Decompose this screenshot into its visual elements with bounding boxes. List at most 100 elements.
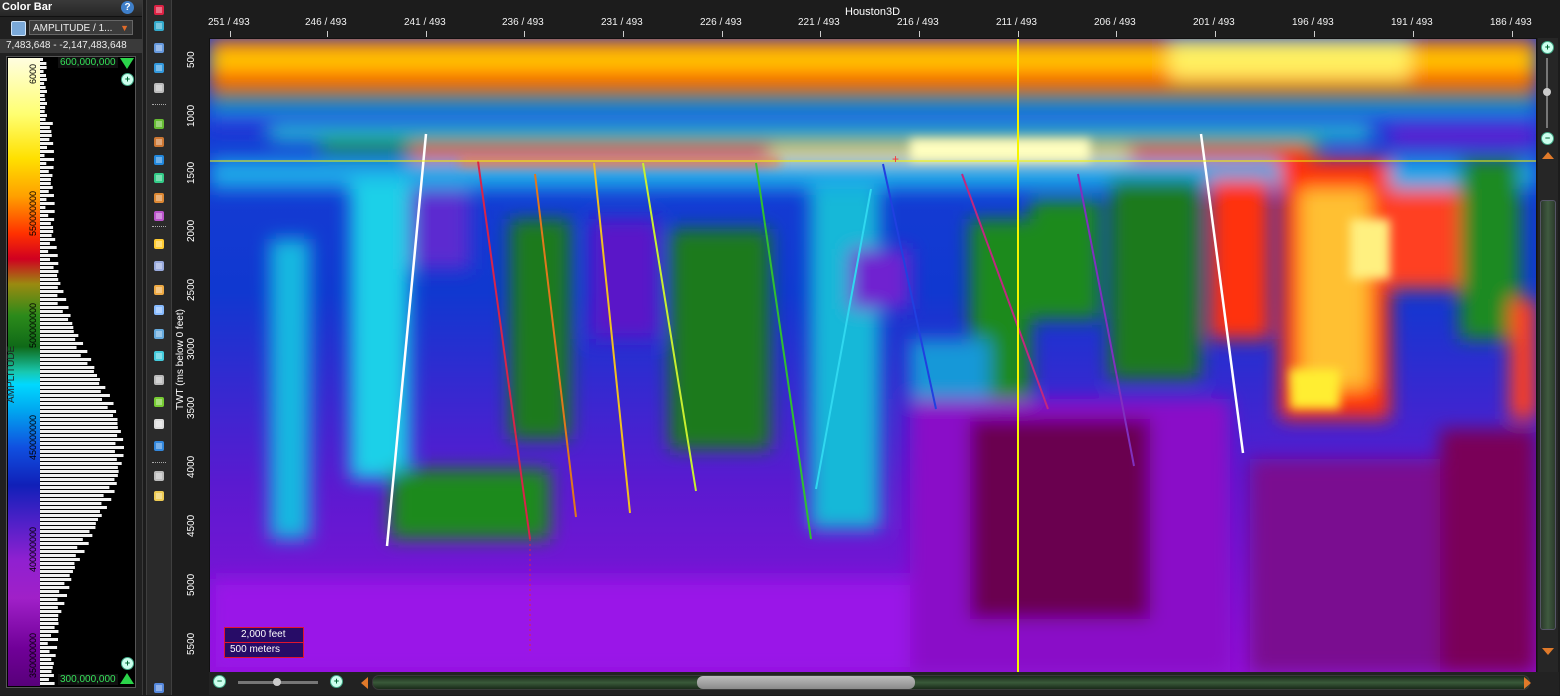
- horizontal-scrollbar[interactable]: [372, 675, 1530, 690]
- tool-glyph: [154, 193, 164, 203]
- ruler-icon[interactable]: [151, 190, 167, 206]
- histogram-bar: [40, 466, 118, 469]
- histogram-bar: [40, 202, 55, 205]
- window-icon[interactable]: [151, 680, 167, 696]
- zoom-in-icon[interactable]: +: [121, 73, 134, 86]
- camera-icon[interactable]: [151, 282, 167, 298]
- vertical-zoom-knob[interactable]: [1543, 88, 1551, 96]
- pick-icon[interactable]: [151, 152, 167, 168]
- histogram-bar: [40, 666, 53, 669]
- fault-icon[interactable]: [151, 170, 167, 186]
- tool-glyph: [154, 261, 164, 271]
- arrow-icon[interactable]: [151, 302, 167, 318]
- select-icon[interactable]: [151, 2, 167, 18]
- histogram-bar: [40, 542, 89, 545]
- zoom-in-icon[interactable]: +: [1541, 41, 1554, 54]
- attribute-icon[interactable]: [11, 21, 26, 36]
- scroll-up-icon[interactable]: [1542, 152, 1554, 159]
- pointer-icon[interactable]: [151, 134, 167, 150]
- time-tick-label: 5500: [186, 632, 197, 655]
- histogram-bar: [40, 126, 50, 129]
- page-icon[interactable]: [151, 416, 167, 432]
- histogram-bar: [40, 494, 104, 497]
- histogram-bar: [40, 362, 88, 365]
- time-tick-label: 3000: [186, 337, 197, 360]
- color-icon[interactable]: [151, 394, 167, 410]
- histogram-bar: [40, 354, 81, 357]
- histogram-bar: [40, 278, 59, 281]
- tool-glyph: [154, 173, 164, 183]
- horizontal-scroll-thumb[interactable]: [697, 676, 915, 689]
- histogram-bar: [40, 646, 58, 649]
- zoom-in-icon[interactable]: [151, 40, 167, 56]
- tools-icon[interactable]: [151, 488, 167, 504]
- zoom-out-icon[interactable]: +: [121, 657, 134, 670]
- histogram-bar: [40, 482, 117, 485]
- histogram-bar: [40, 346, 77, 349]
- histogram-bar: [40, 194, 54, 197]
- help-icon[interactable]: ?: [121, 1, 134, 14]
- histogram-bar: [40, 166, 54, 169]
- zoom-out-icon[interactable]: −: [1541, 132, 1554, 145]
- histogram-bar: [40, 82, 45, 85]
- time-axis-title: TWT (ms below 0 feet): [175, 309, 186, 410]
- tool-glyph: [154, 329, 164, 339]
- histogram-bar: [40, 674, 54, 677]
- pencil-icon[interactable]: [151, 468, 167, 484]
- histogram-bar: [40, 514, 102, 517]
- histogram-bar: [40, 498, 112, 501]
- toolbar-separator: [152, 104, 166, 105]
- seismic-icon[interactable]: [151, 348, 167, 364]
- inline-tick-mark: [230, 31, 231, 37]
- window-icon[interactable]: [151, 438, 167, 454]
- histogram-bar: [40, 426, 118, 429]
- min-handle-icon[interactable]: [120, 673, 134, 684]
- vertical-scroll-thumb[interactable]: [1540, 200, 1556, 630]
- histogram-bar: [40, 370, 94, 373]
- max-handle-icon[interactable]: [120, 58, 134, 69]
- pan-icon[interactable]: [151, 80, 167, 96]
- layers-icon[interactable]: [151, 258, 167, 274]
- scroll-left-icon[interactable]: [361, 677, 368, 689]
- histogram-bar: [40, 302, 58, 305]
- histogram-bar: [40, 342, 84, 345]
- histogram-bar: [40, 522, 96, 525]
- min-value-label: 300,000,000: [58, 674, 118, 685]
- horizontal-zoom-knob[interactable]: [273, 678, 281, 686]
- histogram-bar: [40, 146, 48, 149]
- histogram-bar: [40, 230, 54, 233]
- survey-title: Houston3D: [845, 6, 901, 18]
- histogram-bar: [40, 262, 59, 265]
- histogram-bar: [40, 326, 74, 329]
- histogram-bar: [40, 586, 70, 589]
- zoom-in-icon[interactable]: +: [330, 675, 343, 688]
- attribute-select[interactable]: AMPLITUDE / 1... ▼: [29, 20, 133, 35]
- chevron-down-icon[interactable]: ▼: [120, 21, 129, 36]
- image-icon[interactable]: [151, 116, 167, 132]
- zoom-fit-icon[interactable]: [151, 18, 167, 34]
- arrow-icon[interactable]: [151, 326, 167, 342]
- histogram-bar: [40, 530, 90, 533]
- ellipse-icon[interactable]: [151, 372, 167, 388]
- seismic-section[interactable]: +: [209, 38, 1537, 674]
- horizon-icon[interactable]: [151, 236, 167, 252]
- measure-icon[interactable]: [151, 208, 167, 224]
- histogram-bar: [40, 322, 73, 325]
- amplitude-histogram: [40, 58, 124, 685]
- histogram-bar: [40, 150, 54, 153]
- histogram-bar: [40, 450, 115, 453]
- attribute-select-value: AMPLITUDE / 1...: [33, 23, 113, 34]
- color-bar-tick: 450000000: [28, 414, 38, 460]
- histogram-bar: [40, 222, 51, 225]
- histogram-bar: [40, 118, 46, 121]
- zoom-out-icon[interactable]: −: [213, 675, 226, 688]
- histogram-bar: [40, 334, 79, 337]
- inline-tick-label: 221 / 493: [798, 17, 840, 28]
- toolbar-separator: [152, 226, 166, 227]
- scroll-down-icon[interactable]: [1542, 648, 1554, 655]
- rotate-icon[interactable]: [151, 60, 167, 76]
- histogram-bar: [40, 294, 58, 297]
- color-bar-tick: 500000000: [28, 302, 38, 348]
- histogram-bar: [40, 578, 72, 581]
- scroll-right-icon[interactable]: [1524, 677, 1531, 689]
